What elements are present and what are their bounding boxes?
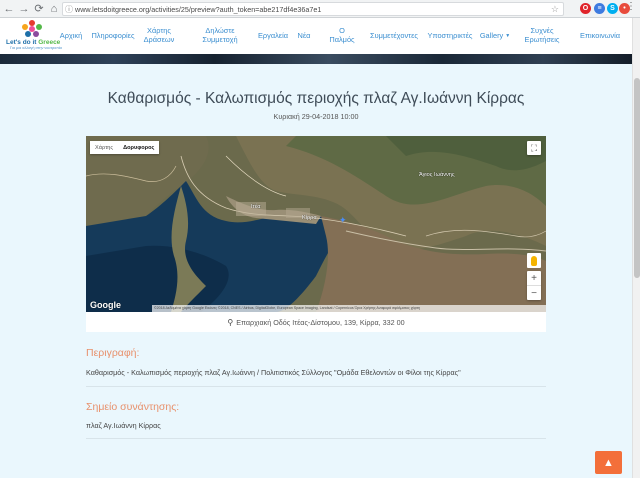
nav-contact[interactable]: Επικοινωνία — [575, 18, 625, 54]
map-tab-satellite[interactable]: Δορυφορος — [118, 141, 159, 154]
map-attribution[interactable]: ©2018 Δεδομένα χάρτη Google Εικόνες ©201… — [152, 305, 546, 312]
meeting-point-heading: Σημείο συνάντησης: — [86, 401, 180, 413]
map-tab-map[interactable]: Χάρτης — [90, 141, 118, 154]
logo-slogan: Για μια αλλαγή στην νοοτροπία — [10, 46, 62, 50]
url-text: www.letsdoitgreece.org/activities/25/pre… — [75, 4, 322, 14]
bookmark-star-icon[interactable]: ☆ — [551, 4, 559, 15]
home-icon[interactable]: ⌂ — [48, 2, 60, 16]
hero-banner — [0, 54, 632, 64]
fullscreen-icon[interactable]: ⛶ — [527, 141, 541, 155]
scroll-to-top-button[interactable]: ▲ — [595, 451, 622, 474]
map-label-itea: Ιτέα — [251, 204, 261, 210]
forward-arrow-icon[interactable]: → — [18, 2, 30, 16]
browser-toolbar: ← → ⟳ ⌂ ⓘ www.letsdoitgreece.org/activit… — [0, 0, 640, 18]
nav-gallery[interactable]: Gallery ▼ — [480, 18, 510, 54]
logo-brand: Let's do it Greece — [6, 39, 61, 46]
map-marker-icon: ⚲ — [227, 317, 234, 327]
nav-register[interactable]: Δηλώστε Συμμετοχή — [196, 18, 244, 54]
satellite-imagery — [86, 136, 546, 312]
arrow-up-icon: ▲ — [603, 456, 614, 469]
nav-pulse[interactable]: Ο Παλμός — [326, 18, 358, 54]
nav-participants[interactable]: Συμμετέχοντες — [367, 18, 421, 54]
nav-faq[interactable]: Συχνές Ερωτήσεις — [521, 18, 563, 54]
meeting-point-text: πλαζ Αγ.Ιωάννη Κίρρας — [86, 421, 161, 430]
zoom-out-button[interactable]: − — [527, 286, 541, 300]
event-address: ⚲ Επαρχιακή Οδός Ιτέας-Δίστομου, 139, Κί… — [86, 312, 546, 332]
opera-extension-icon[interactable]: O — [580, 3, 591, 14]
skype-extension-icon[interactable]: S — [607, 3, 618, 14]
google-logo[interactable]: Google — [90, 300, 121, 310]
map-label-agios-ioannis: Άγιος Ιωάννης — [419, 172, 455, 178]
nav-home[interactable]: Αρχική — [56, 18, 86, 54]
nav-news[interactable]: Νέα — [293, 18, 315, 54]
back-arrow-icon[interactable]: ← — [3, 2, 15, 16]
site-navbar: Let's do it Greece Για μια αλλαγή στην ν… — [0, 18, 640, 54]
nav-info[interactable]: Πληροφορίες — [88, 18, 138, 54]
nav-tools[interactable]: Εργαλεία — [256, 18, 290, 54]
scrollbar-thumb[interactable] — [634, 78, 640, 278]
event-title: Καθαρισμός - Καλωπισμός περιοχής πλαζ Αγ… — [107, 90, 525, 107]
event-datetime: Κυριακή 29-04-2018 10:00 — [273, 112, 359, 121]
map-satellite-view[interactable]: Χάρτης Δορυφορος ⛶ Ιτέα Κίρρα Άγιος Ιωάν… — [86, 136, 546, 312]
description-text: Καθαρισμός - Καλωπισμός περιοχής πλαζ Αγ… — [86, 368, 461, 377]
address-bar[interactable]: ⓘ www.letsdoitgreece.org/activities/25/p… — [62, 2, 564, 16]
zoom-control: + − — [527, 271, 541, 300]
info-icon: ⓘ — [65, 4, 73, 14]
site-logo[interactable]: Let's do it Greece Για μια αλλαγή στην ν… — [6, 20, 62, 52]
description-heading: Περιγραφή: — [86, 347, 140, 359]
nav-activity-map[interactable]: Χάρτης Δράσεων — [141, 18, 177, 54]
map-type-tabs: Χάρτης Δορυφορος — [90, 141, 160, 154]
map-label-kirra: Κίρρα — [302, 215, 317, 221]
divider — [86, 386, 546, 387]
browser-menu-icon[interactable]: ⋮ — [626, 1, 636, 12]
reload-icon[interactable]: ⟳ — [33, 2, 45, 16]
location-marker-icon[interactable]: ✦ — [339, 215, 347, 226]
page-scrollbar[interactable] — [632, 18, 640, 478]
zoom-in-button[interactable]: + — [527, 271, 541, 285]
extension-icon[interactable]: ≡ — [594, 3, 605, 14]
nav-supporters[interactable]: Υποστηρικτές — [425, 18, 475, 54]
divider — [86, 438, 546, 439]
address-text: Επαρχιακή Οδός Ιτέας-Δίστομου, 139, Κίρρ… — [236, 317, 405, 327]
logo-circles-icon — [22, 20, 42, 38]
pegman-icon[interactable] — [527, 253, 541, 268]
chevron-down-icon: ▼ — [505, 32, 511, 39]
